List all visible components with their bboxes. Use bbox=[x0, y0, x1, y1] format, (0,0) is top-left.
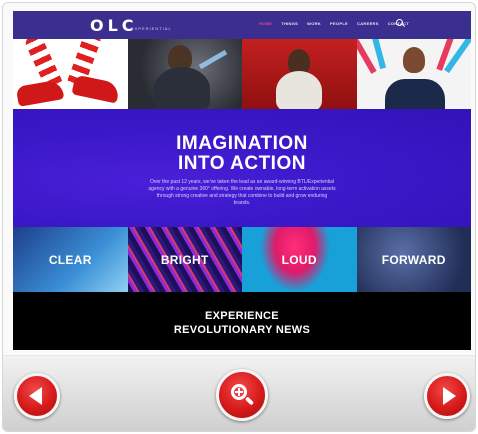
tile-loud: LOUD bbox=[242, 227, 357, 292]
slideshow-frame: OLC EXPERIENTIAL HOME THINGS WORK PEOPLE… bbox=[2, 2, 476, 432]
photo-host bbox=[356, 39, 471, 109]
tile-label: BRIGHT bbox=[160, 252, 209, 267]
value-tiles: CLEAR BRIGHT LOUD FORWARD bbox=[13, 227, 471, 292]
arrow-right-icon bbox=[442, 387, 456, 405]
previous-button[interactable] bbox=[14, 373, 60, 419]
site-nav: HOME THINGS WORK PEOPLE CAREERS CONTACT bbox=[259, 21, 409, 26]
hero-copy: Over the past 12 years, we've taken the … bbox=[148, 179, 336, 206]
hero-title-line1: IMAGINATION bbox=[176, 133, 308, 154]
logo-subtitle: EXPERIENTIAL bbox=[131, 26, 172, 31]
site-header: OLC EXPERIENTIAL HOME THINGS WORK PEOPLE… bbox=[13, 11, 471, 39]
arrow-left-icon bbox=[29, 387, 42, 405]
news-banner: EXPERIENCE REVOLUTIONARY NEWS bbox=[13, 292, 471, 350]
hero-section: IMAGINATION INTO ACTION Over the past 12… bbox=[13, 109, 471, 227]
nav-item-home: HOME bbox=[259, 21, 273, 26]
website-screenshot: OLC EXPERIENTIAL HOME THINGS WORK PEOPLE… bbox=[13, 11, 471, 350]
nav-item-work: WORK bbox=[307, 21, 321, 26]
nav-item-things: THINGS bbox=[281, 21, 299, 26]
photo-strip bbox=[13, 39, 471, 109]
zoom-in-icon bbox=[229, 382, 255, 408]
tile-clear: CLEAR bbox=[13, 227, 128, 292]
tile-label: CLEAR bbox=[48, 252, 92, 267]
photo-athlete bbox=[127, 39, 242, 109]
nav-item-careers: CAREERS bbox=[357, 21, 379, 26]
zoom-button[interactable] bbox=[216, 369, 268, 421]
tile-label: FORWARD bbox=[381, 252, 446, 267]
news-title-line1: EXPERIENCE bbox=[205, 310, 279, 322]
next-button[interactable] bbox=[424, 373, 470, 419]
nav-item-people: PEOPLE bbox=[330, 21, 349, 26]
tile-label: LOUD bbox=[281, 252, 317, 267]
photo-presenter bbox=[242, 39, 357, 109]
photo-striped-socks bbox=[13, 39, 128, 109]
slideshow-controls bbox=[3, 355, 475, 431]
news-title-line2: REVOLUTIONARY NEWS bbox=[173, 324, 311, 336]
tile-forward: FORWARD bbox=[356, 227, 471, 292]
tile-bright: BRIGHT bbox=[127, 227, 242, 292]
hero-title-line2: INTO ACTION bbox=[178, 153, 306, 174]
search-icon bbox=[396, 19, 403, 26]
